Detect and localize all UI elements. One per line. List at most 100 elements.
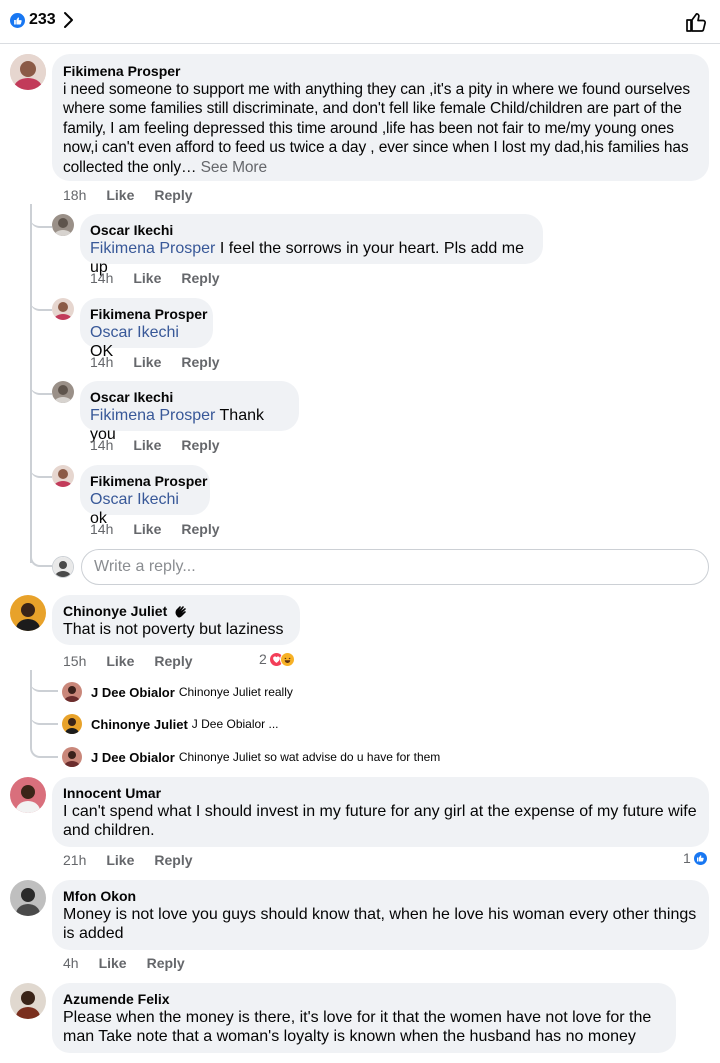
avatar-chinonye[interactable] xyxy=(10,595,46,631)
chevron-right-icon[interactable] xyxy=(62,10,76,30)
reply-preview[interactable]: Chinonye Juliet J Dee Obialor ... xyxy=(62,713,279,735)
avatar-oscar[interactable] xyxy=(52,214,74,236)
comment-author[interactable]: Mfon Okon xyxy=(63,887,699,905)
comment-bubble: Chinonye Juliet That is not poverty but … xyxy=(52,595,300,645)
like-button[interactable]: Like xyxy=(106,852,134,868)
comment-text: i need someone to support me with anythi… xyxy=(63,81,691,176)
reply-preview[interactable]: J Dee Obialor Chinonye Juliet really xyxy=(62,681,293,703)
avatar-fikimena[interactable] xyxy=(52,298,74,320)
avatar-mfon[interactable] xyxy=(10,880,46,916)
thread-connector xyxy=(30,373,52,395)
haha-reaction-icon xyxy=(279,651,295,667)
reply-button[interactable]: Reply xyxy=(181,354,219,370)
reply-author[interactable]: Fikimena Prosper xyxy=(90,305,208,323)
like-reaction-icon xyxy=(692,850,708,866)
reaction-count: 1 xyxy=(683,850,691,866)
reply-time: 14h xyxy=(90,270,114,286)
avatar-oscar[interactable] xyxy=(52,381,74,403)
like-button[interactable]: Like xyxy=(106,187,134,203)
reply-button[interactable]: Reply xyxy=(154,187,192,203)
reply-author[interactable]: Oscar Ikechi xyxy=(90,221,533,239)
mention-link[interactable]: Fikimena Prosper xyxy=(90,240,215,257)
reaction-summary[interactable]: 1 xyxy=(683,850,708,866)
thread-connector xyxy=(30,736,58,758)
comment-author[interactable]: Chinonye Juliet xyxy=(63,602,167,620)
comment-text: Please when the money is there, it's lov… xyxy=(63,1009,652,1046)
my-avatar xyxy=(52,556,74,578)
write-reply-input[interactable]: Write a reply... xyxy=(81,549,709,585)
mention-link[interactable]: Oscar Ikechi xyxy=(90,491,179,508)
like-button[interactable]: Like xyxy=(133,521,161,537)
avatar-innocent[interactable] xyxy=(10,777,46,813)
reaction-count: 2 xyxy=(259,651,267,667)
reply-actions: 14h Like Reply xyxy=(90,354,240,370)
comment-time: 4h xyxy=(63,955,79,971)
reply-author: J Dee Obialor xyxy=(91,684,175,700)
reply-preview[interactable]: J Dee Obialor Chinonye Juliet so wat adv… xyxy=(62,746,440,768)
reply-button[interactable]: Reply xyxy=(154,653,192,669)
like-post-icon[interactable] xyxy=(684,10,708,34)
like-button[interactable]: Like xyxy=(133,354,161,370)
reply-author: Chinonye Juliet xyxy=(91,716,188,732)
reply-author: J Dee Obialor xyxy=(91,749,175,765)
comment-actions: 21h Like Reply xyxy=(63,852,213,868)
avatar-azumende[interactable] xyxy=(10,983,46,1019)
reply-button[interactable]: Reply xyxy=(147,955,185,971)
reply-text: Chinonye Juliet really xyxy=(178,685,293,699)
thread-connector xyxy=(30,457,52,478)
reply-button[interactable]: Reply xyxy=(181,521,219,537)
comment-time: 21h xyxy=(63,852,87,868)
comment-actions: 15h Like Reply xyxy=(63,653,213,669)
comment-text: Money is not love you guys should know t… xyxy=(63,906,697,943)
mention-link[interactable]: Fikimena Prosper xyxy=(90,407,215,424)
avatar-jdee xyxy=(62,747,82,767)
reply-time: 14h xyxy=(90,437,114,453)
comment-actions: 4h Like Reply xyxy=(63,955,205,971)
reply-time: 14h xyxy=(90,521,114,537)
avatar-jdee xyxy=(62,682,82,702)
reactions-header: 233 xyxy=(0,0,720,44)
like-button[interactable]: Like xyxy=(106,653,134,669)
thread-connector xyxy=(30,204,52,228)
comment-bubble: Azumende Felix Please when the money is … xyxy=(52,983,676,1053)
like-button[interactable]: Like xyxy=(133,437,161,453)
mention-link[interactable]: Oscar Ikechi xyxy=(90,324,179,341)
avatar-chinonye xyxy=(62,714,82,734)
comment-text: I can't spend what I should invest in my… xyxy=(63,803,697,840)
reply-author[interactable]: Oscar Ikechi xyxy=(90,388,289,406)
comment-author[interactable]: Azumende Felix xyxy=(63,990,666,1008)
like-button[interactable]: Like xyxy=(133,270,161,286)
avatar-fikimena[interactable] xyxy=(10,54,46,90)
reply-author[interactable]: Fikimena Prosper xyxy=(90,472,208,490)
comment-bubble: Mfon Okon Money is not love you guys sho… xyxy=(52,880,709,950)
waving-hand-icon xyxy=(173,603,189,619)
comment-author[interactable]: Fikimena Prosper xyxy=(63,62,699,80)
reaction-summary[interactable]: 2 xyxy=(259,651,295,667)
comment-time: 18h xyxy=(63,187,87,203)
reply-actions: 14h Like Reply xyxy=(90,437,240,453)
comment-text: That is not poverty but laziness xyxy=(63,621,284,638)
reply-text: Chinonye Juliet so wat advise do u have … xyxy=(178,750,441,764)
comment-bubble: Fikimena Prosper i need someone to suppo… xyxy=(52,54,709,181)
like-count[interactable]: 233 xyxy=(29,11,56,29)
reply-bubble: Oscar Ikechi Fikimena Prosper Thank you xyxy=(80,381,299,443)
like-button[interactable]: Like xyxy=(99,955,127,971)
thread-connector xyxy=(30,670,58,692)
avatar-fikimena[interactable] xyxy=(52,465,74,487)
reply-button[interactable]: Reply xyxy=(181,270,219,286)
reply-text: J Dee Obialor ... xyxy=(191,717,279,731)
comment-actions: 18h Like Reply xyxy=(63,187,213,203)
reply-actions: 14h Like Reply xyxy=(90,270,240,286)
reply-button[interactable]: Reply xyxy=(154,852,192,868)
reply-button[interactable]: Reply xyxy=(181,437,219,453)
thread-connector xyxy=(30,703,58,725)
see-more-link[interactable]: See More xyxy=(201,159,268,176)
comment-time: 15h xyxy=(63,653,87,669)
reply-bubble: Oscar Ikechi Fikimena Prosper I feel the… xyxy=(80,214,543,276)
comment-author[interactable]: Innocent Umar xyxy=(63,784,699,802)
reply-actions: 14h Like Reply xyxy=(90,521,240,537)
comment-bubble: Innocent Umar I can't spend what I shoul… xyxy=(52,777,709,847)
like-reaction-icon xyxy=(10,13,25,28)
reply-bubble: Fikimena Prosper Oscar Ikechi OK xyxy=(80,298,213,360)
thread-connector xyxy=(30,540,52,567)
